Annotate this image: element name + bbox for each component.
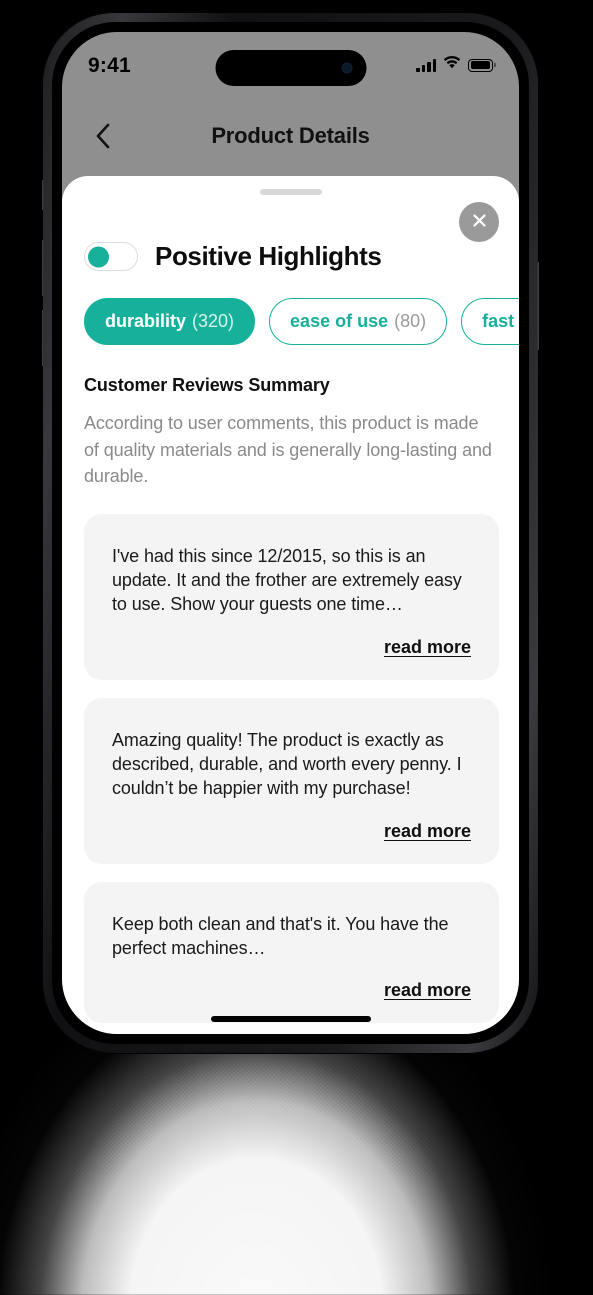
home-indicator[interactable] — [210, 1016, 371, 1022]
status-bar: 9:41 — [62, 32, 519, 94]
status-time: 9:41 — [88, 53, 131, 77]
bottom-sheet: Positive Highlights durability (320) eas… — [62, 176, 519, 1034]
battery-full-icon — [468, 58, 493, 72]
app-header: Product Details — [62, 94, 519, 178]
chip-label: fast brew — [482, 311, 519, 331]
chip-durability[interactable]: durability (320) — [84, 298, 256, 345]
chip-label: durability — [105, 311, 187, 331]
highlight-chip-list[interactable]: durability (320) ease of use (80) fast b… — [62, 272, 519, 345]
read-more-link[interactable]: read more — [112, 637, 471, 658]
status-icons — [416, 52, 493, 74]
review-text: I've had this since 12/2015, so this is … — [112, 545, 462, 615]
read-more-link[interactable]: read more — [112, 980, 471, 1001]
review-card: Keep both clean and that's it. You have … — [84, 881, 499, 1024]
close-button[interactable] — [459, 202, 499, 242]
review-text: Amazing quality! The product is exactly … — [112, 729, 462, 799]
chip-count: (320) — [192, 311, 235, 331]
positive-highlights-row: Positive Highlights — [62, 195, 519, 272]
dynamic-island — [215, 50, 366, 86]
mute-switch-button[interactable] — [42, 180, 44, 210]
summary-title: Customer Reviews Summary — [84, 375, 330, 395]
volume-down-button[interactable] — [42, 310, 44, 366]
close-icon — [471, 212, 488, 232]
chip-ease-of-use[interactable]: ease of use (80) — [269, 298, 448, 345]
page-title: Product Details — [211, 123, 370, 148]
review-text: Keep both clean and that's it. You have … — [112, 913, 449, 958]
chevron-left-icon[interactable] — [90, 123, 116, 149]
cellular-bars-icon — [416, 58, 436, 72]
positive-highlights-label: Positive Highlights — [155, 241, 382, 271]
review-list: I've had this since 12/2015, so this is … — [62, 490, 519, 1024]
phone-screen: 9:41 Product Details Positive Highlights… — [62, 32, 519, 1034]
customer-reviews-summary: Customer Reviews Summary According to us… — [62, 345, 519, 490]
chip-count: (80) — [394, 311, 427, 331]
review-card: Amazing quality! The product is exactly … — [84, 697, 499, 864]
summary-text: According to user comments, this product… — [84, 413, 492, 487]
positive-highlights-toggle[interactable] — [84, 242, 138, 271]
read-more-link[interactable]: read more — [112, 821, 471, 842]
toggle-knob — [87, 246, 109, 267]
chip-label: ease of use — [290, 311, 389, 331]
chip-fast-brew[interactable]: fast brew — [461, 298, 519, 345]
review-card: I've had this since 12/2015, so this is … — [84, 513, 499, 680]
phone-frame: 9:41 Product Details Positive Highlights… — [42, 12, 539, 1054]
wifi-icon — [443, 56, 461, 74]
power-button[interactable] — [537, 262, 539, 350]
front-camera-icon — [341, 62, 352, 74]
volume-up-button[interactable] — [42, 240, 44, 296]
